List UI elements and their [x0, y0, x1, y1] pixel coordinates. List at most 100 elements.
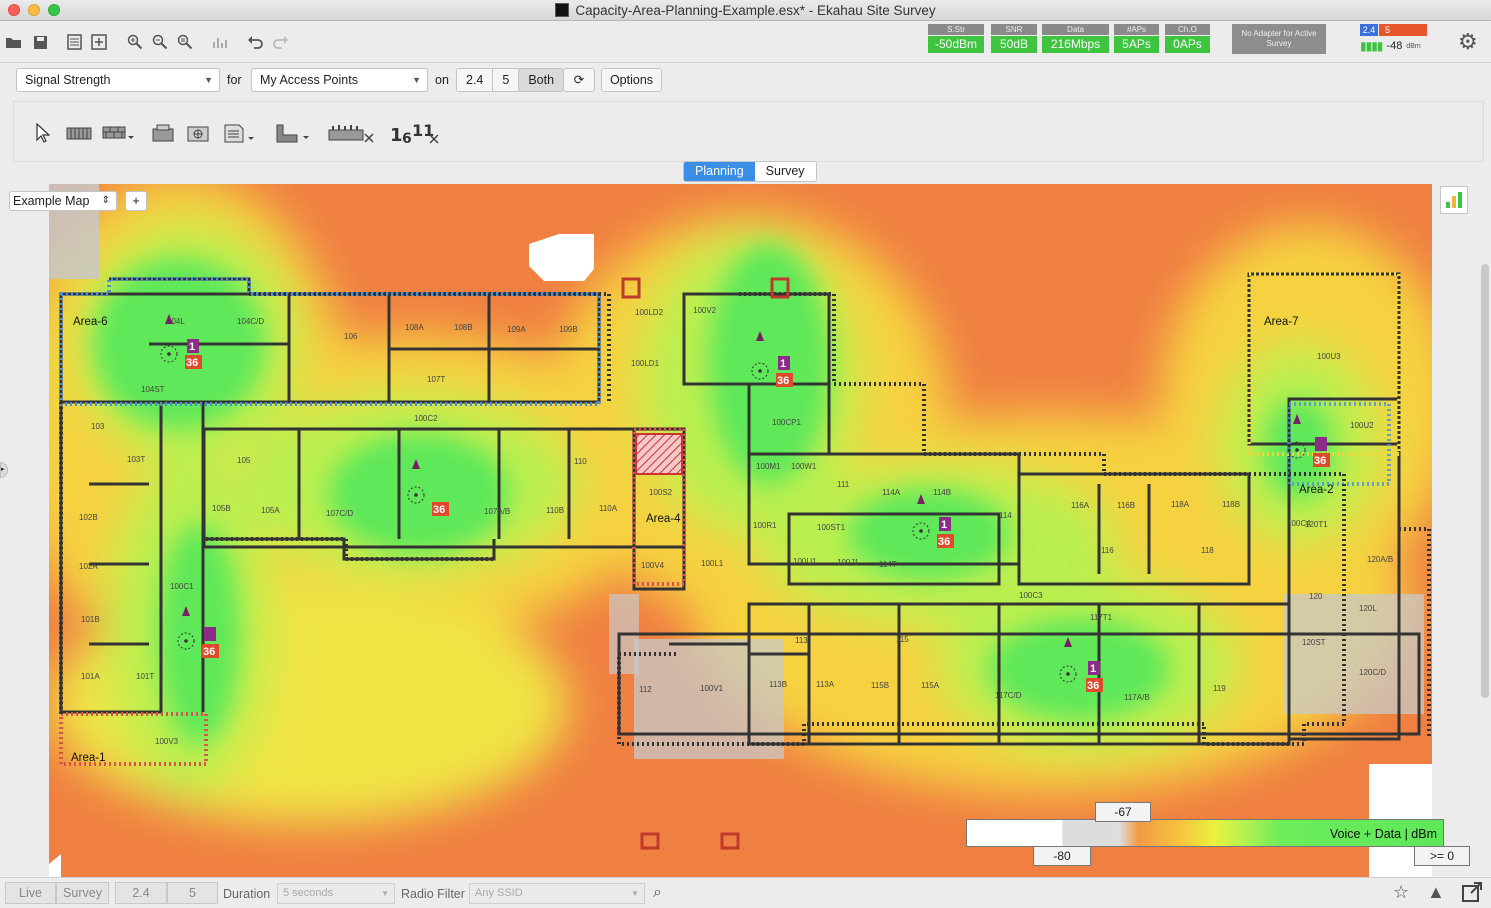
live-button[interactable]: Live — [5, 882, 56, 904]
room-label: 100W1 — [791, 462, 817, 471]
legend-threshold-high[interactable]: -67 — [1095, 802, 1151, 822]
add-map-button[interactable]: + — [125, 191, 147, 211]
visualization-select[interactable]: Signal Strength ▼ — [16, 68, 220, 92]
room-label: 100U2 — [1350, 421, 1374, 430]
area-label-4[interactable]: Area-4 — [646, 513, 681, 525]
zoom-in-icon[interactable] — [126, 33, 144, 51]
room-label: 105B — [212, 504, 231, 513]
duration-select[interactable]: 5 seconds ▼ — [277, 883, 395, 904]
star-icon[interactable]: ☆ — [1393, 882, 1409, 903]
snr-stat: SNR 50dB — [991, 24, 1037, 54]
ap-count-stat: #APs 5APs — [1114, 24, 1159, 54]
chevron-updown-icon: ⇕ — [101, 195, 110, 206]
refresh-button[interactable]: ⟳ — [563, 68, 595, 92]
survey-button[interactable]: Survey — [56, 882, 109, 904]
legend-threshold-low[interactable]: -80 — [1033, 846, 1091, 866]
attenuation-zone-icon[interactable] — [327, 120, 379, 146]
select-cursor-icon[interactable] — [36, 120, 50, 146]
room-label: 118B — [1222, 500, 1240, 509]
tab-planning[interactable]: Planning — [684, 162, 755, 181]
bar-chart-icon[interactable] — [211, 33, 229, 51]
heatmap-canvas[interactable]: 104L 104C/D 106 108A 108B 109A 109B 104S… — [49, 184, 1432, 877]
room-label: 118A — [1171, 500, 1190, 509]
tab-survey[interactable]: Survey — [754, 162, 816, 181]
main-toolbar: S.Str -50dBm SNR 50dB Data 216Mbps #APs … — [0, 21, 1491, 63]
room-label: 104ST — [141, 385, 165, 394]
document-icon — [555, 3, 570, 17]
area-tool-icon[interactable] — [275, 120, 311, 146]
room-label: 109B — [559, 325, 578, 334]
room-label: 100C2 — [414, 414, 438, 423]
svg-text:36: 36 — [433, 504, 445, 516]
room-label: 117A/B — [1124, 693, 1150, 702]
area-label-2[interactable]: Area-2 — [1299, 484, 1334, 496]
band-5-toggle[interactable]: 5 — [167, 882, 218, 904]
svg-text:1: 1 — [1090, 663, 1096, 675]
brick-wall-tool-icon[interactable] — [102, 120, 134, 146]
room-label: 116B — [1117, 501, 1135, 510]
room-label: 100LD1 — [631, 359, 660, 368]
room-label: 108A — [405, 323, 424, 332]
status-bar: Live Survey 2.4 5 Duration 5 seconds ▼ Ra… — [0, 877, 1491, 906]
gear-icon[interactable]: ⚙ — [1458, 29, 1478, 55]
channel-planner-icon[interactable]: 1 6 11 — [390, 120, 442, 146]
open-folder-icon[interactable] — [5, 33, 23, 51]
chart-toggle-button[interactable] — [1440, 186, 1468, 214]
door-tool-icon[interactable] — [151, 120, 175, 146]
signal-bars-icon: ▮▮▮▮ — [1360, 39, 1383, 53]
svg-text:36: 36 — [1314, 455, 1326, 467]
area-label-6[interactable]: Area-6 — [73, 316, 108, 328]
rssi-readout: ▮▮▮▮ -48 dBm — [1360, 39, 1421, 53]
room-label: 110A — [599, 504, 618, 513]
radio-filter-label: Radio Filter — [401, 887, 465, 901]
room-label: 102A — [79, 562, 98, 571]
document-tool-icon[interactable] — [223, 120, 255, 146]
zoom-out-icon[interactable] — [151, 33, 169, 51]
svg-text:36: 36 — [777, 375, 789, 387]
undo-icon[interactable] — [246, 33, 264, 51]
room-label: 114A — [882, 488, 901, 497]
wall-tool-icon[interactable] — [66, 120, 92, 146]
save-icon[interactable] — [31, 33, 49, 51]
ssid-filter-select[interactable]: Any SSID ▼ — [469, 883, 645, 904]
close-window-button[interactable] — [8, 4, 20, 16]
room-label: 101B — [81, 615, 100, 624]
room-label: 105A — [261, 506, 280, 515]
room-label: 100U3 — [1317, 352, 1341, 361]
zoom-fit-icon[interactable] — [176, 33, 194, 51]
maximize-window-button[interactable] — [48, 4, 60, 16]
export-icon[interactable] — [90, 33, 108, 51]
band-5-button[interactable]: 5 — [493, 69, 520, 91]
report-icon[interactable] — [65, 33, 83, 51]
map-area[interactable]: 104L 104C/D 106 108A 108B 109A 109B 104S… — [4, 184, 1491, 877]
minimize-window-button[interactable] — [28, 4, 40, 16]
room-label: 114B — [933, 488, 951, 497]
triangle-up-icon[interactable]: ▲ — [1427, 882, 1445, 903]
room-label: 100V4 — [641, 561, 665, 570]
svg-text:36: 36 — [1087, 680, 1099, 692]
room-label: 100S2 — [649, 488, 673, 497]
external-window-icon[interactable] — [1461, 881, 1483, 908]
area-label-1[interactable]: Area-1 — [71, 752, 106, 764]
for-label: for — [227, 73, 242, 87]
room-label: 116 — [1101, 546, 1114, 555]
svg-text:11: 11 — [412, 121, 434, 140]
band-24-toggle[interactable]: 2.4 — [115, 882, 167, 904]
map-select[interactable]: Example Map ⇕ — [9, 191, 117, 211]
area-label-7[interactable]: Area-7 — [1264, 316, 1299, 328]
window-title: Capacity-Area-Planning-Example.esx* - Ek… — [575, 2, 936, 18]
window-tool-icon[interactable] — [186, 120, 212, 146]
options-button[interactable]: Options — [601, 68, 662, 92]
target-select[interactable]: My Access Points ▼ — [251, 68, 428, 92]
room-label: 111 — [837, 480, 850, 489]
band-both-button[interactable]: Both — [519, 69, 564, 91]
data-rate-stat: Data 216Mbps — [1042, 24, 1109, 54]
legend-threshold-max: >= 0 — [1414, 846, 1470, 866]
vertical-scrollbar[interactable] — [1481, 264, 1489, 698]
room-label: 100V2 — [693, 306, 717, 315]
search-icon[interactable]: ⌕ — [653, 884, 662, 902]
room-label: 116A — [1071, 501, 1090, 510]
band-24-button[interactable]: 2.4 — [457, 69, 494, 91]
redo-icon[interactable] — [272, 33, 290, 51]
room-label: 103 — [91, 422, 105, 431]
